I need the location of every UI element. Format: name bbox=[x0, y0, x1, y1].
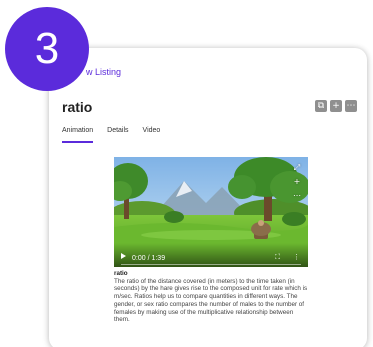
fullscreen-icon[interactable]: ⛶ bbox=[275, 253, 280, 262]
tab-video[interactable]: Video bbox=[143, 127, 161, 143]
play-icon[interactable] bbox=[121, 253, 126, 259]
plus-icon[interactable]: + bbox=[292, 177, 302, 187]
video-player[interactable]: ⤢ + ⋯ 0:00 / 1:39 ⛶ ⋮ bbox=[114, 157, 308, 267]
add-button[interactable]: + bbox=[330, 100, 342, 112]
listing-actions: ⧉ + ⋯ bbox=[315, 100, 357, 112]
description-body: The ratio of the distance covered (in me… bbox=[114, 277, 308, 324]
video-overlay-tools: ⤢ + ⋯ bbox=[292, 163, 302, 201]
more-vertical-icon[interactable]: ⋮ bbox=[293, 253, 300, 262]
screen: 3 w Listing ratio ⧉ + ⋯ Animation Detail… bbox=[0, 0, 373, 347]
step-number-badge: 3 bbox=[5, 7, 89, 91]
more-options-button[interactable]: ⋯ bbox=[345, 100, 357, 112]
tab-details[interactable]: Details bbox=[107, 127, 128, 143]
description: ratio The ratio of the distance covered … bbox=[114, 270, 310, 324]
tab-animation[interactable]: Animation bbox=[62, 127, 94, 143]
video-controls-bar: 0:00 / 1:39 ⛶ ⋮ bbox=[114, 243, 308, 267]
video-progress[interactable] bbox=[121, 264, 301, 265]
copy-button[interactable]: ⧉ bbox=[315, 100, 327, 112]
description-heading: ratio bbox=[114, 270, 128, 277]
back-to-listing-link[interactable]: w Listing bbox=[86, 67, 121, 77]
ellipsis-icon[interactable]: ⋯ bbox=[292, 191, 302, 201]
video-time: 0:00 / 1:39 bbox=[132, 255, 166, 262]
tab-bar: Animation Details Video bbox=[62, 127, 160, 143]
listing-title: ratio bbox=[62, 99, 93, 115]
expand-icon[interactable]: ⤢ bbox=[292, 163, 302, 173]
listing-card: ratio ⧉ + ⋯ Animation Details Video ⤢ + … bbox=[49, 48, 367, 347]
